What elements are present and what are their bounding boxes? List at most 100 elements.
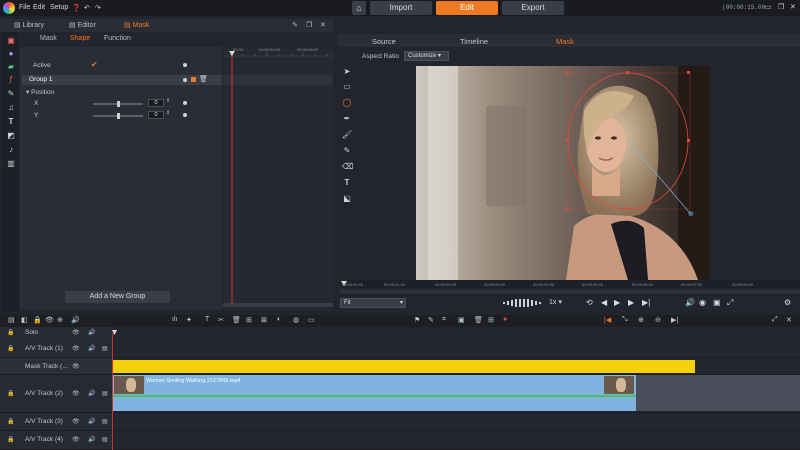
text-tool-icon[interactable]: T	[342, 178, 352, 188]
track-header-1[interactable]: 🔒 A/V Track (1) 👁 🔊 ▤	[0, 339, 112, 358]
record-icon[interactable]: ◉	[699, 298, 706, 307]
play-icon[interactable]: ▶	[614, 298, 620, 307]
fit-timeline-icon[interactable]: ⤡	[622, 316, 628, 324]
clip-icon[interactable]: ▥	[6, 159, 16, 169]
snap-icon[interactable]: ⊞	[246, 316, 252, 324]
zoom-out-icon[interactable]: ⊖	[655, 316, 661, 324]
x-keyframe-dot[interactable]	[183, 101, 187, 105]
tab-source[interactable]: Source	[372, 37, 396, 46]
y-stepper-icon[interactable]: ⇕	[166, 110, 170, 116]
split-icon[interactable]: ✂	[218, 316, 224, 324]
track-1-eye-icon[interactable]: 👁	[72, 345, 80, 352]
detach-icon[interactable]: ❐	[306, 21, 312, 29]
timeline-close-icon[interactable]: ✕	[786, 316, 792, 324]
title-icon[interactable]: T	[6, 117, 16, 127]
track-lane-3[interactable]	[112, 413, 800, 431]
delete-clip-icon[interactable]: 🗑	[232, 316, 241, 324]
track-lane-mask[interactable]	[112, 358, 800, 375]
go-start-icon[interactable]: |◀	[604, 316, 611, 324]
pen-icon[interactable]: ✎	[428, 316, 434, 324]
transition-icon[interactable]: ◩	[6, 131, 16, 141]
speed-select[interactable]: 1x ▾	[549, 298, 562, 306]
track-1-menu-icon[interactable]: ▤	[102, 345, 108, 352]
solo-audio-icon[interactable]: 🔊	[88, 329, 95, 336]
video-clip[interactable]: Woman Smiling Walking 2127849.mp4	[112, 375, 636, 395]
track-3-lock-icon[interactable]: 🔒	[7, 418, 14, 425]
timeline-settings-icon[interactable]: ▤	[8, 316, 15, 324]
rectangle-tool-icon[interactable]: ▭	[342, 82, 352, 92]
redo-icon[interactable]: ↷	[95, 4, 101, 12]
settings-icon[interactable]: ⚙	[784, 298, 791, 307]
expand-timeline-icon[interactable]: ⤢	[772, 316, 778, 324]
track-2-menu-icon[interactable]: ▤	[102, 390, 108, 397]
subtab-shape[interactable]: Shape	[70, 35, 90, 42]
position-expander[interactable]: ▾ Position	[26, 88, 54, 96]
y-slider-knob[interactable]	[117, 113, 120, 119]
menu-edit[interactable]: Edit	[33, 4, 45, 11]
color-icon[interactable]: ●	[6, 49, 16, 59]
visibility-all-icon[interactable]: 👁	[45, 316, 54, 324]
track-4-audio-icon[interactable]: 🔊	[88, 436, 95, 443]
track-header-mask[interactable]: Mask Track (... 👁	[0, 358, 112, 375]
tab-export[interactable]: Export	[502, 1, 564, 15]
tab-mask-preview[interactable]: Mask	[556, 37, 574, 46]
media-icon[interactable]: ▣	[6, 36, 16, 46]
prev-frame-icon[interactable]: ◀	[601, 298, 607, 307]
go-end-icon[interactable]: ▶|	[642, 298, 650, 307]
eraser-tool-icon[interactable]: ⌫	[342, 162, 353, 172]
record-voice-icon[interactable]: ●	[503, 316, 507, 323]
crop-icon[interactable]: ⌗	[442, 316, 446, 324]
group-keyframe-dot[interactable]	[183, 78, 187, 82]
add-track-icon[interactable]: ⊕	[57, 316, 63, 324]
folder-icon[interactable]: ▰	[6, 62, 16, 72]
track-lane-4[interactable]	[112, 431, 800, 450]
loop-icon[interactable]: ⟲	[586, 298, 593, 307]
solo-eye-icon[interactable]: 👁	[72, 329, 80, 336]
subtab-function[interactable]: Function	[104, 35, 131, 42]
storyboard-icon[interactable]: ◧	[21, 316, 28, 324]
solo-label[interactable]: Solo	[25, 329, 38, 336]
add-new-group-button[interactable]: Add a New Group	[65, 291, 170, 303]
video-preview[interactable]: ⊕	[416, 66, 710, 280]
audio-mixer-icon[interactable]: ılı	[172, 316, 177, 323]
audio-all-icon[interactable]: 🔊	[71, 316, 80, 324]
title-tool-icon[interactable]: T	[205, 316, 209, 323]
track-lane-1[interactable]	[112, 339, 800, 358]
track-4-lock-icon[interactable]: 🔒	[7, 436, 14, 443]
color-correct-icon[interactable]: ◐	[277, 316, 281, 323]
smart-brush-icon[interactable]: ✎	[342, 146, 352, 156]
track-4-eye-icon[interactable]: 👁	[72, 436, 80, 443]
fullscreen-icon[interactable]: ⤢	[727, 298, 733, 308]
grid-icon[interactable]: ⊞	[488, 316, 494, 324]
jog-wheel[interactable]	[503, 299, 543, 307]
group-color-swatch[interactable]	[191, 77, 196, 82]
pen-tool-icon[interactable]: ✒	[342, 114, 352, 124]
track-3-audio-icon[interactable]: 🔊	[88, 418, 95, 425]
track-lane-2[interactable]: Woman Smiling Walking 2127849.mp4	[112, 375, 800, 413]
x-slider-knob[interactable]	[117, 101, 120, 107]
x-stepper-icon[interactable]: ⇕	[166, 98, 170, 104]
brush-tool-icon[interactable]: 🖌	[342, 130, 352, 140]
undo-icon[interactable]: ↶	[84, 4, 90, 12]
go-end-timeline-icon[interactable]: ▶|	[671, 316, 678, 324]
minimize-icon[interactable]: ▭	[765, 3, 772, 11]
restore-icon[interactable]: ❐	[778, 3, 784, 11]
tab-edit[interactable]: Edit	[436, 1, 498, 15]
tab-timeline[interactable]: Timeline	[460, 37, 488, 46]
menu-file[interactable]: File	[19, 4, 30, 11]
track-header-4[interactable]: 🔒 A/V Track (4) 👁 🔊 ▤	[0, 431, 112, 450]
track-1-lock-icon[interactable]: 🔒	[7, 345, 14, 352]
home-button[interactable]: ⌂	[352, 1, 366, 15]
volume-icon[interactable]: 🔊	[685, 298, 695, 307]
tab-mask[interactable]: ▤ Mask	[124, 21, 149, 29]
panel-close-icon[interactable]: ✕	[320, 21, 326, 29]
tab-import[interactable]: Import	[370, 1, 432, 15]
track-1-audio-icon[interactable]: 🔊	[88, 345, 95, 352]
trim-icon[interactable]: ⊠	[261, 316, 267, 324]
timeline-playhead[interactable]	[112, 333, 113, 450]
mask-track-eye-icon[interactable]: 👁	[72, 363, 80, 370]
delete-group-icon[interactable]: 🗑	[199, 75, 208, 83]
tracking-tool-icon[interactable]: ⬕	[342, 194, 352, 204]
next-frame-icon[interactable]: ▶	[628, 298, 634, 307]
track-2-audio-icon[interactable]: 🔊	[88, 390, 95, 397]
